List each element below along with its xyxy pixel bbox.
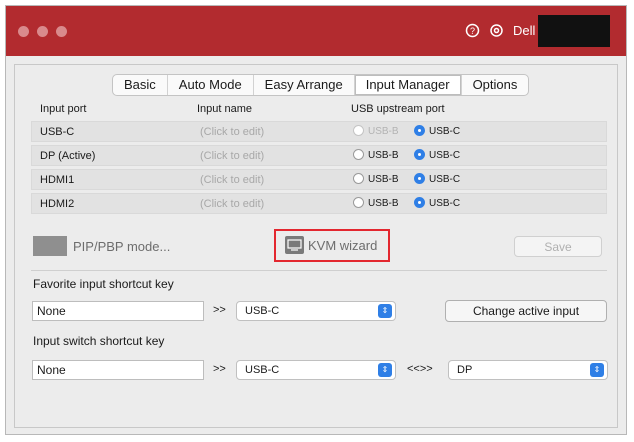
- input-name-field[interactable]: (Click to edit): [200, 126, 264, 138]
- switch-shortcut-key-field[interactable]: None: [32, 360, 204, 380]
- pip-pbp-mode-link[interactable]: PIP/PBP mode...: [73, 239, 170, 254]
- chevron-updown-icon: ⇕: [378, 304, 392, 318]
- kvm-switch-icon: [285, 236, 304, 254]
- tab-auto-mode[interactable]: Auto Mode: [168, 75, 254, 95]
- favorite-arrow: >>: [213, 304, 226, 316]
- save-button[interactable]: Save: [514, 236, 602, 257]
- favorite-shortcut-key-field[interactable]: None: [32, 301, 204, 321]
- column-header-input-name: Input name: [197, 103, 253, 115]
- pip-pbp-icon[interactable]: [33, 236, 67, 256]
- section-divider: [31, 270, 607, 271]
- table-row: HDMI2 (Click to edit) USB-B USB-C: [31, 193, 607, 214]
- input-port-label: HDMI2: [40, 198, 75, 210]
- usb-b-label: USB-B: [368, 150, 399, 161]
- app-window: ? Dell Basic Auto Mode Easy Arrange Inpu…: [5, 5, 627, 435]
- redacted-block: [538, 15, 610, 47]
- zoom-window-button[interactable]: [56, 26, 67, 37]
- switch-target1-select[interactable]: USB-C ⇕: [236, 360, 396, 380]
- usb-c-label: USB-C: [429, 174, 461, 185]
- switch-between-arrow: <<>>: [407, 363, 433, 375]
- input-name-field[interactable]: (Click to edit): [200, 150, 264, 162]
- title-bar: ? Dell: [6, 6, 626, 56]
- usb-c-radio[interactable]: [414, 149, 425, 160]
- kvm-wizard-button[interactable]: KVM wizard: [274, 229, 390, 262]
- input-port-label: HDMI1: [40, 174, 75, 186]
- usb-b-radio: [353, 125, 364, 136]
- main-panel: Basic Auto Mode Easy Arrange Input Manag…: [14, 64, 618, 428]
- chevron-updown-icon: ⇕: [590, 363, 604, 377]
- usb-b-radio[interactable]: [353, 173, 364, 184]
- input-port-label: USB-C: [40, 126, 75, 138]
- tab-options[interactable]: Options: [462, 75, 529, 95]
- minimize-window-button[interactable]: [37, 26, 48, 37]
- question-circle-icon[interactable]: ?: [465, 23, 480, 38]
- usb-b-radio[interactable]: [353, 149, 364, 160]
- usb-c-label: USB-C: [429, 126, 461, 137]
- svg-text:?: ?: [470, 26, 475, 36]
- tab-basic[interactable]: Basic: [113, 75, 168, 95]
- favorite-target-select[interactable]: USB-C ⇕: [236, 301, 396, 321]
- column-header-input-port: Input port: [40, 103, 87, 115]
- kvm-wizard-label: KVM wizard: [308, 238, 378, 253]
- usb-c-radio[interactable]: [414, 173, 425, 184]
- usb-b-radio[interactable]: [353, 197, 364, 208]
- table-row: HDMI1 (Click to edit) USB-B USB-C: [31, 169, 607, 190]
- input-port-label: DP (Active): [40, 150, 96, 162]
- input-name-field[interactable]: (Click to edit): [200, 174, 264, 186]
- gear-icon[interactable]: [489, 23, 504, 38]
- change-active-input-button[interactable]: Change active input: [445, 300, 607, 322]
- chevron-updown-icon: ⇕: [378, 363, 392, 377]
- usb-b-label: USB-B: [368, 126, 399, 137]
- usb-c-radio[interactable]: [414, 125, 425, 136]
- usb-c-radio[interactable]: [414, 197, 425, 208]
- switch-target2-select[interactable]: DP ⇕: [448, 360, 608, 380]
- tab-easy-arrange[interactable]: Easy Arrange: [254, 75, 355, 95]
- favorite-shortcut-label: Favorite input shortcut key: [33, 277, 174, 291]
- close-window-button[interactable]: [18, 26, 29, 37]
- tab-input-manager[interactable]: Input Manager: [354, 75, 462, 95]
- window-title: Dell: [513, 23, 536, 38]
- column-header-usb-upstream: USB upstream port: [351, 103, 445, 115]
- usb-b-label: USB-B: [368, 198, 399, 209]
- switch-arrow: >>: [213, 363, 226, 375]
- switch-target2-value: DP: [457, 364, 473, 376]
- table-row: USB-C (Click to edit) USB-B USB-C: [31, 121, 607, 142]
- table-row: DP (Active) (Click to edit) USB-B USB-C: [31, 145, 607, 166]
- tab-bar: Basic Auto Mode Easy Arrange Input Manag…: [112, 74, 530, 96]
- input-name-field[interactable]: (Click to edit): [200, 198, 264, 210]
- switch-target1-value: USB-C: [245, 364, 280, 376]
- usb-b-label: USB-B: [368, 174, 399, 185]
- favorite-target-value: USB-C: [245, 305, 280, 317]
- switch-shortcut-label: Input switch shortcut key: [33, 334, 165, 348]
- usb-c-label: USB-C: [429, 150, 461, 161]
- usb-c-label: USB-C: [429, 198, 461, 209]
